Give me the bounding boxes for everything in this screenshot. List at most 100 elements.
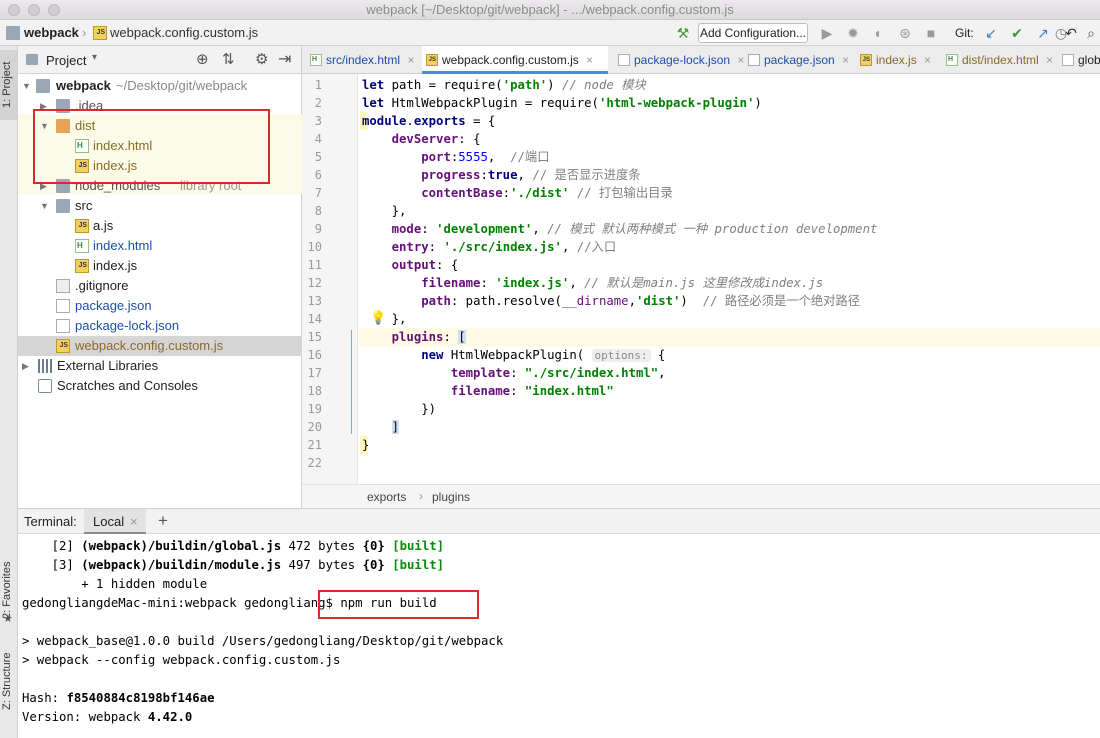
coverage-icon[interactable]: ◐ bbox=[870, 24, 888, 42]
run-icon[interactable]: ▶ bbox=[818, 24, 836, 42]
gear-icon[interactable]: ⚙ bbox=[255, 50, 268, 68]
module-status: [built] bbox=[392, 558, 445, 572]
debug-icon[interactable]: ✹ bbox=[844, 24, 862, 42]
close-icon[interactable]: × bbox=[1046, 53, 1053, 67]
project-view-selector[interactable]: Project bbox=[46, 53, 86, 68]
close-icon[interactable]: × bbox=[407, 53, 414, 67]
indent-guide bbox=[351, 330, 352, 434]
git-commit-icon[interactable]: ✔ bbox=[1008, 24, 1026, 42]
tree-item-label: a.js bbox=[93, 218, 114, 233]
tree-item-gitignore[interactable]: .gitignore bbox=[18, 276, 302, 296]
star-icon: ★ bbox=[3, 613, 13, 625]
tab-glob[interactable]: glob bbox=[1058, 46, 1100, 74]
html-file-icon: H bbox=[75, 239, 89, 253]
terminal-line: [2] (webpack)/buildin/global.js 472 byte… bbox=[22, 537, 444, 556]
terminal-header: Terminal: Local × + bbox=[18, 508, 1100, 534]
code-editor[interactable]: 1 2 3 4 5 6 7 8 9 10 11 12 13 14 15 16 1… bbox=[302, 74, 1100, 484]
tree-item-src[interactable]: ▼ src bbox=[18, 196, 302, 216]
tree-item-label: index.js bbox=[93, 258, 138, 273]
tree-item-package-lock-json[interactable]: package-lock.json bbox=[18, 316, 302, 336]
nav-file-name[interactable]: webpack.config.custom.js bbox=[110, 25, 258, 40]
json-file-icon bbox=[56, 319, 70, 333]
code-line: progress:true, // 是否显示进度条 bbox=[421, 168, 641, 182]
git-update-icon[interactable]: ↙ bbox=[982, 24, 1000, 42]
line-number: 6 bbox=[314, 168, 322, 182]
breadcrumb-plugins[interactable]: plugins bbox=[432, 490, 470, 504]
module-path: (webpack)/buildin/module.js bbox=[81, 558, 282, 572]
nav-project-name[interactable]: webpack bbox=[24, 25, 79, 40]
zoom-window-button[interactable] bbox=[48, 4, 60, 16]
structure-tool-tab[interactable]: Z: Structure bbox=[1, 646, 17, 716]
tree-item-label: index.html bbox=[93, 238, 153, 253]
line-number: 9 bbox=[314, 222, 322, 236]
hidden-modules-note: + 1 hidden module bbox=[81, 577, 208, 591]
line-number: 18 bbox=[307, 384, 322, 398]
add-icon[interactable]: + bbox=[158, 511, 168, 531]
line-number: 19 bbox=[307, 402, 322, 416]
close-icon[interactable]: × bbox=[130, 514, 138, 529]
tab-label: src/index.html bbox=[326, 53, 401, 67]
editor-tabs: H src/index.html × JS webpack.config.cus… bbox=[302, 46, 1100, 74]
line-number: 17 bbox=[307, 366, 322, 380]
line-number: 13 bbox=[307, 294, 322, 308]
close-icon[interactable]: × bbox=[924, 53, 931, 67]
breadcrumb-exports[interactable]: exports bbox=[367, 490, 406, 504]
stop-icon[interactable]: ■ bbox=[922, 24, 940, 42]
code-line: entry: './src/index.js', //入口 bbox=[391, 240, 617, 254]
rollback-icon[interactable]: ↶ bbox=[1062, 24, 1080, 42]
chevron-right-icon[interactable]: ▶ bbox=[22, 356, 32, 376]
tree-root-webpack[interactable]: ▼ webpack ~/Desktop/git/webpack bbox=[18, 76, 302, 96]
tab-webpack-config[interactable]: JS webpack.config.custom.js × bbox=[422, 46, 608, 74]
terminal-tab-local[interactable]: Local × bbox=[84, 509, 146, 534]
tree-item-label: Scratches and Consoles bbox=[57, 378, 198, 393]
chevron-down-icon[interactable]: ▼ bbox=[40, 196, 50, 216]
tab-package-json[interactable]: package.json × bbox=[744, 46, 850, 74]
tab-dist-index-html[interactable]: H dist/index.html × bbox=[942, 46, 1053, 74]
line-number: 5 bbox=[314, 150, 322, 164]
tree-item-webpack-config[interactable]: JS webpack.config.custom.js bbox=[18, 336, 302, 356]
code-line: }, bbox=[362, 312, 407, 326]
tree-item-src-index-html[interactable]: H index.html bbox=[18, 236, 302, 256]
git-push-icon[interactable]: ↗ bbox=[1034, 24, 1052, 42]
chevron-down-icon[interactable]: ▼ bbox=[22, 76, 32, 96]
terminal-line: + 1 hidden module bbox=[22, 575, 207, 594]
tab-package-lock-json[interactable]: package-lock.json × bbox=[614, 46, 744, 74]
tab-src-index-html[interactable]: H src/index.html × bbox=[306, 46, 416, 74]
command-annotation-box bbox=[318, 590, 479, 619]
profile-icon[interactable]: ⊛ bbox=[896, 24, 914, 42]
module-size: 472 bytes bbox=[288, 539, 356, 553]
chevron-down-icon[interactable]: ▾ bbox=[92, 52, 97, 63]
build-hammer-icon[interactable]: ⚒ bbox=[674, 24, 692, 42]
terminal-output[interactable]: [2] (webpack)/buildin/global.js 472 byte… bbox=[18, 534, 1100, 738]
close-icon[interactable]: × bbox=[586, 53, 593, 67]
tree-item-external-libraries[interactable]: ▶ External Libraries bbox=[18, 356, 302, 376]
tree-item-src-index-js[interactable]: JS index.js bbox=[18, 256, 302, 276]
tab-label: dist/index.html bbox=[962, 53, 1039, 67]
tab-label: package.json bbox=[764, 53, 835, 67]
add-configuration-button[interactable]: Add Configuration... bbox=[698, 23, 808, 43]
project-tool-tab[interactable]: 1: Project bbox=[0, 50, 18, 120]
tab-index-js[interactable]: JS index.js × bbox=[856, 46, 938, 74]
tree-item-package-json[interactable]: package.json bbox=[18, 296, 302, 316]
line-number: 8 bbox=[314, 204, 322, 218]
line-number: 7 bbox=[314, 186, 322, 200]
version-prefix: webpack bbox=[88, 710, 141, 724]
minimize-window-button[interactable] bbox=[28, 4, 40, 16]
code-line: }, bbox=[362, 204, 407, 218]
js-file-icon: JS bbox=[860, 54, 872, 66]
code-line: template: "./src/index.html", bbox=[450, 366, 666, 380]
close-window-button[interactable] bbox=[8, 4, 20, 16]
close-icon[interactable]: × bbox=[842, 53, 849, 67]
folder-icon bbox=[36, 79, 50, 93]
collapse-all-icon[interactable]: ⇅ bbox=[222, 50, 235, 68]
line-number: 1 bbox=[314, 78, 322, 92]
tree-item-scratches[interactable]: Scratches and Consoles bbox=[18, 376, 302, 396]
tree-item-src-a-js[interactable]: JS a.js bbox=[18, 216, 302, 236]
module-status: [built] bbox=[392, 539, 445, 553]
shell-prompt: gedongliangdeMac-mini:webpack gedonglian… bbox=[22, 596, 333, 610]
locate-target-icon[interactable]: ⊕ bbox=[196, 50, 209, 68]
code-line: mode: 'development', // 模式 默认两种模式 一种 pro… bbox=[391, 222, 878, 236]
js-file-icon: JS bbox=[93, 26, 107, 40]
hide-panel-icon[interactable]: ⇥ bbox=[278, 49, 291, 69]
search-icon[interactable]: ⌕ bbox=[1082, 24, 1100, 42]
